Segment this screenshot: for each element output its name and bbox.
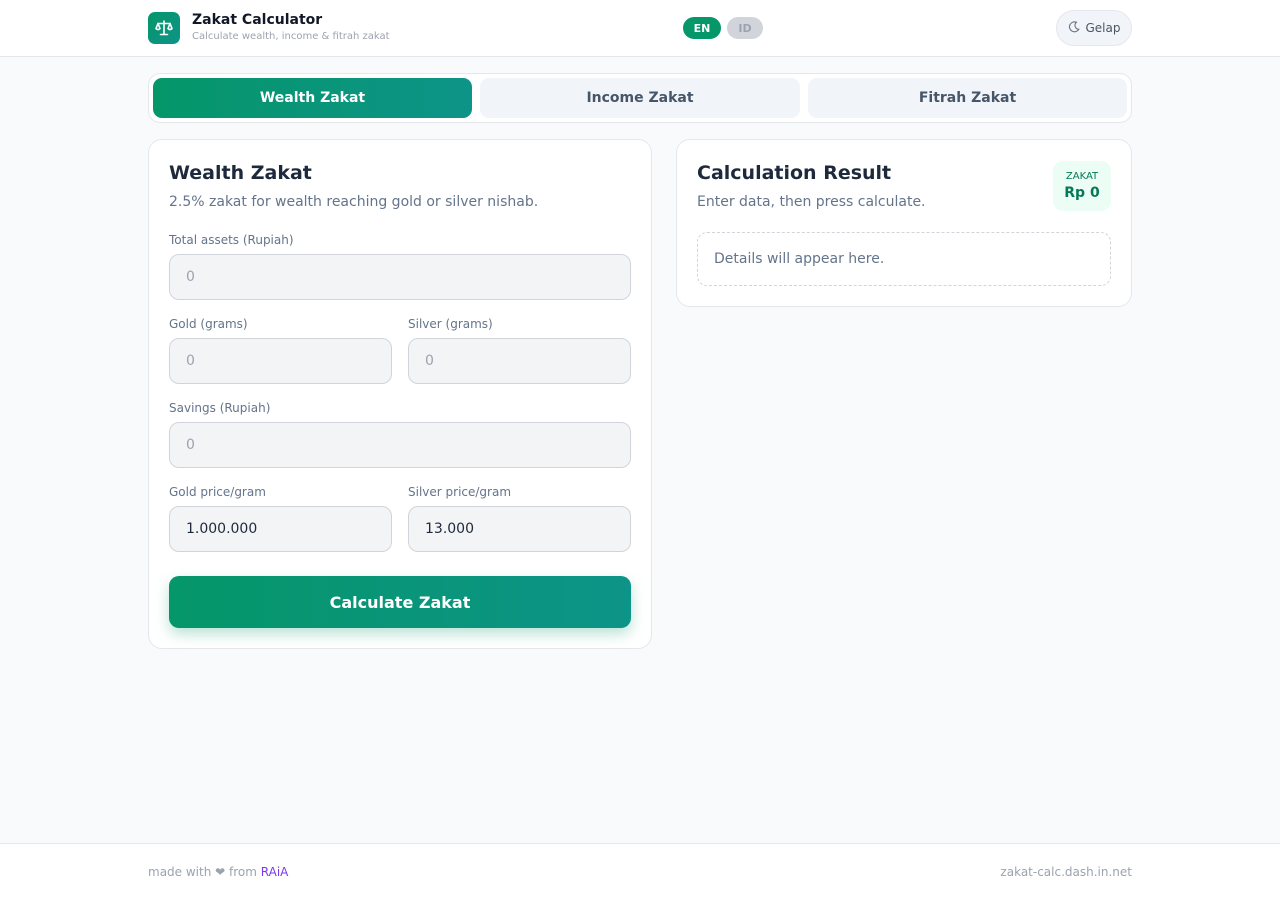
footer-made-with: made with ❤ from: [148, 865, 257, 879]
theme-toggle-label: Gelap: [1085, 21, 1121, 35]
result-details-box: Details will appear here.: [697, 232, 1111, 286]
tab-income-zakat[interactable]: Income Zakat: [480, 78, 800, 118]
app-subtitle: Calculate wealth, income & fitrah zakat: [192, 31, 390, 42]
gold-grams-input[interactable]: [169, 338, 392, 384]
page-footer: made with ❤ from RAiA zakat-calc.dash.in…: [0, 843, 1280, 900]
moon-icon: [1068, 20, 1080, 36]
silver-price-input[interactable]: [408, 506, 631, 552]
language-en-button[interactable]: EN: [683, 17, 721, 39]
silver-grams-input[interactable]: [408, 338, 631, 384]
calculate-zakat-button[interactable]: Calculate Zakat: [169, 576, 631, 628]
calculation-result-card: Calculation Result Enter data, then pres…: [676, 139, 1132, 307]
gold-price-input[interactable]: [169, 506, 392, 552]
tab-wealth-zakat[interactable]: Wealth Zakat: [153, 78, 472, 118]
form-description: 2.5% zakat for wealth reaching gold or s…: [169, 194, 539, 210]
gold-grams-label: Gold (grams): [169, 317, 248, 331]
tab-fitrah-zakat[interactable]: Fitrah Zakat: [808, 78, 1127, 118]
zakat-amount-badge: ZAKAT Rp 0: [1053, 161, 1111, 211]
zakat-amount-value: Rp 0: [1064, 185, 1100, 201]
savings-label: Savings (Rupiah): [169, 401, 271, 415]
app-title: Zakat Calculator: [192, 12, 323, 28]
result-description: Enter data, then press calculate.: [697, 194, 926, 210]
language-id-button[interactable]: ID: [727, 17, 763, 39]
savings-input[interactable]: [169, 422, 631, 468]
gold-price-label: Gold price/gram: [169, 485, 266, 499]
result-title: Calculation Result: [697, 162, 892, 184]
footer-domain: zakat-calc.dash.in.net: [1000, 865, 1132, 879]
wealth-zakat-form-card: Wealth Zakat 2.5% zakat for wealth reach…: [148, 139, 652, 649]
footer-credit: made with ❤ from RAiA: [148, 865, 288, 879]
theme-toggle-button[interactable]: Gelap: [1056, 10, 1132, 46]
zakat-badge-label: ZAKAT: [1065, 171, 1099, 182]
footer-brand-link[interactable]: RAiA: [261, 865, 289, 879]
scale-balance-icon: [148, 12, 180, 44]
silver-price-label: Silver price/gram: [408, 485, 512, 499]
zakat-type-tabs: Wealth Zakat Income Zakat Fitrah Zakat: [148, 73, 1132, 123]
total-assets-label: Total assets (Rupiah): [169, 233, 294, 247]
total-assets-input[interactable]: [169, 254, 631, 300]
app-header: Zakat Calculator Calculate wealth, incom…: [0, 0, 1280, 57]
silver-grams-label: Silver (grams): [408, 317, 493, 331]
form-title: Wealth Zakat: [169, 162, 312, 184]
